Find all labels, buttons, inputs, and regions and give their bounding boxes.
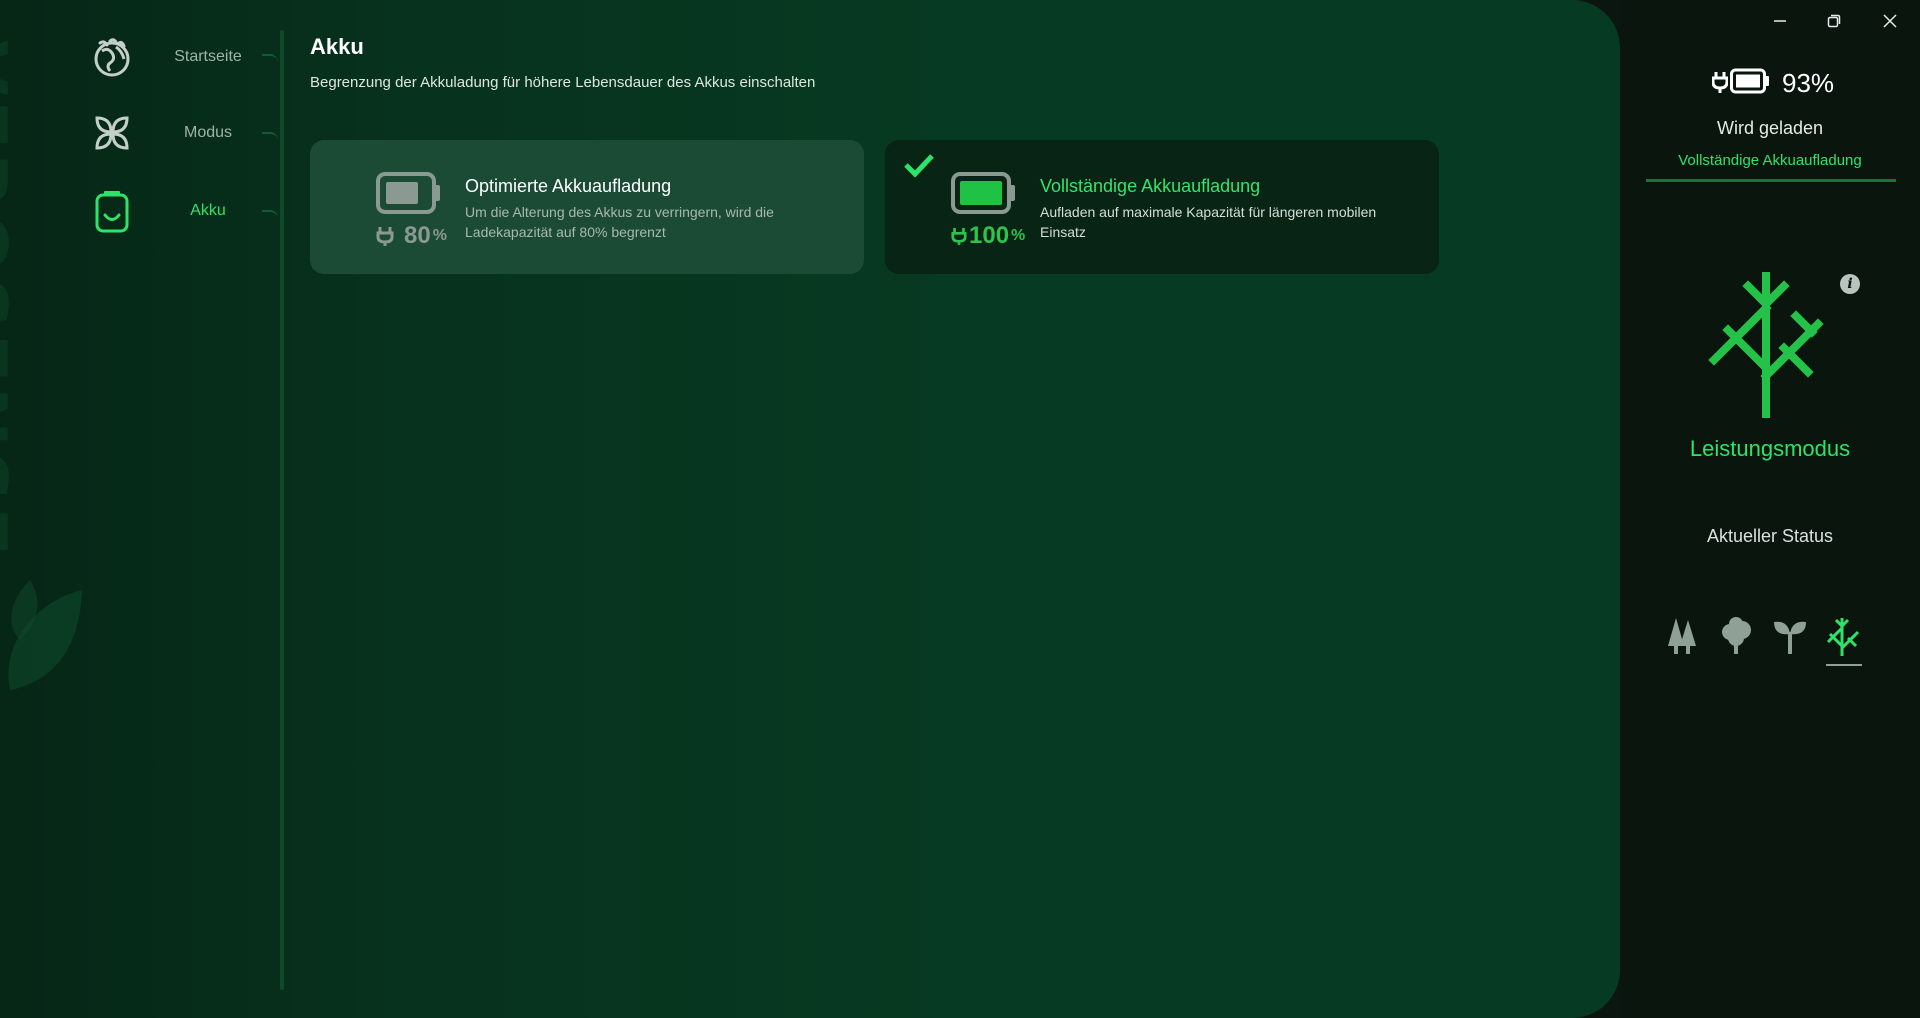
optimized-charging-card[interactable]: 80% Optimierte Akkuaufladung Um die Alte… [310, 140, 864, 274]
battery-100-icon [951, 172, 1015, 214]
close-button[interactable] [1870, 6, 1910, 36]
nav-connector [262, 210, 278, 222]
sidebar-item-startseite[interactable]: Startseite [90, 27, 280, 87]
battery-percent: 93% [1782, 68, 1835, 98]
close-icon [1883, 14, 1897, 28]
sidebar-item-label: Modus [183, 124, 233, 141]
mode-selector [1662, 612, 1882, 668]
card-title: Vollständige Akkuaufladung [1040, 176, 1261, 196]
restore-button[interactable] [1814, 6, 1854, 36]
leaves-icon [90, 111, 134, 155]
sidebar-nav: Startseite Modus Akku [0, 0, 290, 1018]
sprout-icon[interactable] [1770, 612, 1810, 660]
sidebar-divider [280, 30, 284, 990]
battery-icon [1730, 68, 1769, 94]
charge-mode-label: Vollständige Akkuaufladung [1678, 152, 1862, 169]
battery-status: 93% [1620, 62, 1920, 106]
tree-icon[interactable] [1716, 612, 1756, 660]
sidebar-item-modus[interactable]: Modus [90, 103, 280, 163]
status-panel: 93% Wird geladen Vollständige Akkuauflad… [1620, 0, 1920, 1018]
page-subtitle: Begrenzung der Akkuladung für höhere Leb… [310, 74, 816, 91]
card-description: Aufladen auf maximale Kapazität für läng… [1040, 204, 1377, 240]
card-title: Optimierte Akkuaufladung [465, 176, 672, 196]
charge-mode-underline [1646, 179, 1896, 182]
charging-status: Wird geladen [1716, 118, 1824, 138]
sidebar-item-label: Startseite [174, 48, 242, 65]
restore-icon [1827, 14, 1841, 28]
sidebar-item-akku[interactable]: Akku [90, 181, 280, 241]
sidebar-item-label: Akku [190, 202, 226, 219]
battery-80-icon [376, 172, 440, 214]
nav-connector [262, 132, 278, 144]
plug-icon [951, 228, 967, 245]
globe-icon [90, 35, 134, 79]
full-charging-card[interactable]: 100% Vollständige Akkuaufladung Aufladen… [885, 140, 1439, 274]
main-panel: VEROSENSE Startseite Modus Akku Akku Beg… [0, 0, 1620, 1018]
percent-80: 80% [376, 222, 447, 250]
page-title: Akku [310, 34, 364, 59]
nav-connector [262, 54, 278, 66]
info-icon[interactable]: i [1840, 274, 1860, 294]
minimize-button[interactable] [1760, 6, 1800, 36]
minimize-icon [1774, 20, 1786, 22]
forest-icon[interactable] [1662, 612, 1702, 660]
card-description: Um die Alterung des Akkus zu verringern,… [465, 204, 774, 240]
plug-icon [1712, 72, 1728, 93]
battery-icon [90, 189, 134, 233]
checkmark-icon [904, 154, 934, 178]
branch-icon[interactable] [1824, 612, 1864, 666]
current-status-label: Aktueller Status [1706, 526, 1834, 546]
performance-mode-label: Leistungsmodus [1689, 436, 1851, 461]
plug-icon [376, 227, 394, 246]
percent-100: 100% [951, 222, 1025, 250]
performance-tree-icon [1708, 272, 1824, 418]
